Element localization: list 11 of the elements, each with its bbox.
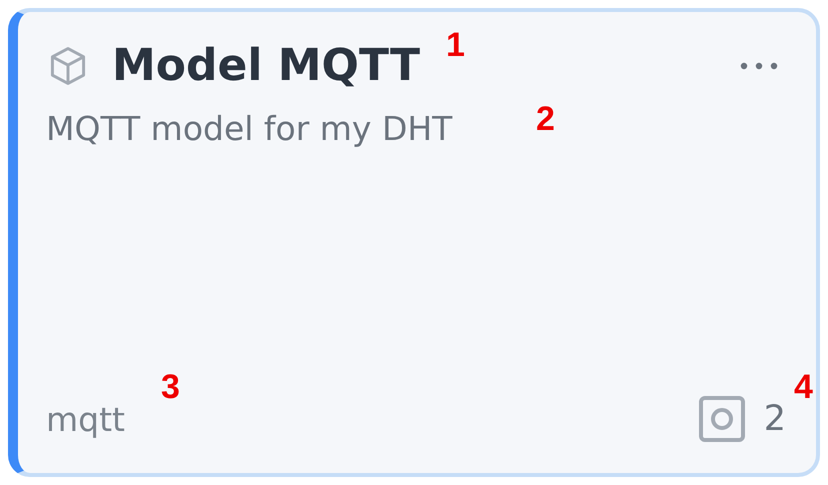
device-icon: [698, 395, 746, 443]
callout-number: 4: [794, 368, 813, 407]
card-tag: mqtt: [46, 400, 125, 438]
more-icon[interactable]: [740, 62, 778, 70]
callout-number: 2: [536, 100, 555, 139]
callout-number: 1: [446, 26, 465, 65]
card-description: MQTT model for my DHT: [46, 109, 452, 148]
model-card[interactable]: Model MQTT MQTT model for my DHT mqtt 2 1 2 3 4: [8, 8, 820, 477]
callout-number: 3: [161, 368, 180, 407]
card-title: Model MQTT: [112, 40, 420, 91]
device-count: 2: [764, 399, 786, 439]
